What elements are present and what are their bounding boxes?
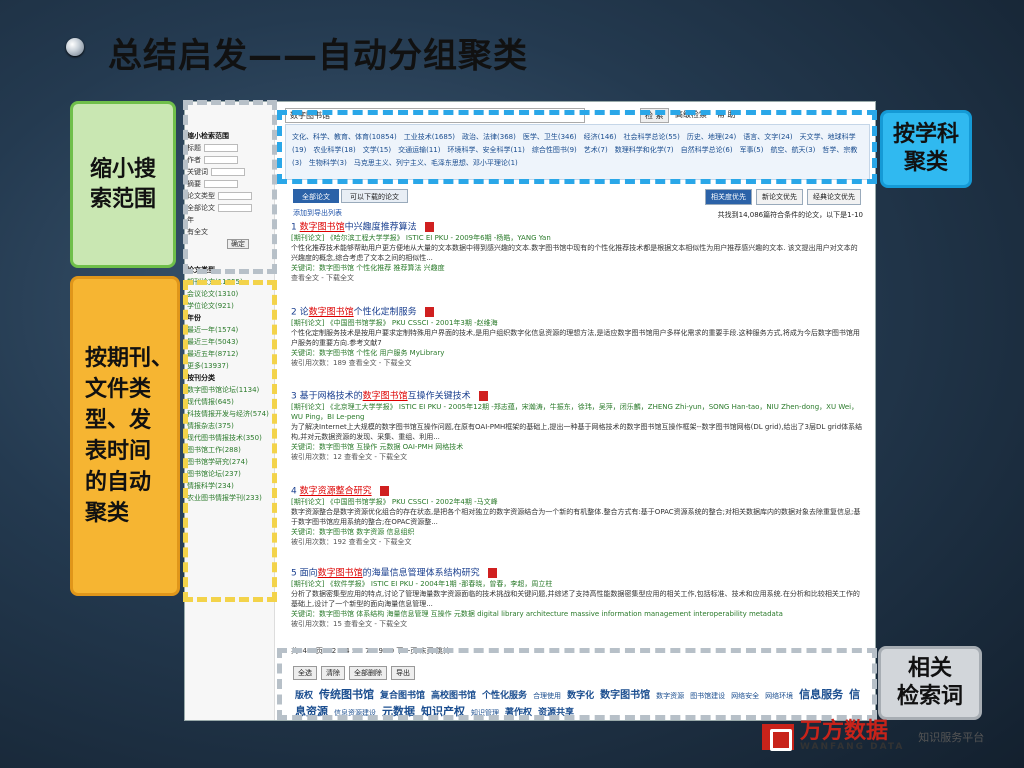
result-number: 2	[291, 307, 297, 318]
result-title[interactable]: 1 数字图书馆中兴趣度推荐算法	[291, 222, 863, 233]
result-keywords: 关键词：数字图书馆 数字资源 信息组织	[291, 527, 415, 536]
result-number: 4	[291, 486, 297, 497]
result-number: 5	[291, 568, 297, 579]
result-item: 5 面向数字图书馆的海量信息管理体系结构研究 [期刊论文] 《软件学报》 ISTI…	[291, 568, 863, 629]
result-keywords: 关键词：数字图书馆 个性化 用户服务 MyLibrary	[291, 348, 445, 357]
wanfang-logo: 万方数据 WANFANG DATA 知识服务平台	[762, 719, 985, 752]
result-tabs: 全部论文 可以下载的论文	[293, 189, 408, 203]
pdf-icon[interactable]	[487, 568, 497, 578]
pdf-icon[interactable]	[424, 307, 434, 317]
result-links[interactable]: 查看全文 - 下载全文	[291, 273, 863, 283]
result-title-pre[interactable]: 论	[300, 308, 309, 318]
callout-facet-cluster: 按期刊、 文件类 型、发 表时间 的自动 聚类	[70, 276, 180, 596]
result-abstract: 个性化定制服务技术是按用户要求定制特殊用户界面的技术,是用户组织数字化信息资源的…	[291, 328, 860, 347]
result-source: [期刊论文] 《北京理工大学学报》 ISTIC EI PKU - 2005年12…	[291, 402, 859, 421]
result-abstract: 个性化推荐技术能够帮助用户更方便地从大量的文本数据中得到感兴趣的文本.数字图书馆…	[291, 243, 858, 262]
result-item: 4 数字资源整合研究 [期刊论文] 《中国图书馆学报》 PKU CSSCI - 2…	[291, 486, 863, 547]
sort-relevance[interactable]: 相关度优先	[705, 189, 752, 205]
result-item: 3 基于网格技术的数字图书馆互操作关键技术 [期刊论文] 《北京理工大学学报》 I…	[291, 391, 863, 462]
results-bar: 添加到导出列表 共找到14,086篇符合条件的论文，以下是1-10	[293, 208, 863, 220]
result-title-highlight[interactable]: 数字资源整合研究	[300, 487, 372, 497]
pdf-icon[interactable]	[424, 222, 434, 232]
result-title-post[interactable]: 互操作关键技术	[408, 392, 471, 402]
callout-subject-cluster: 按学科 聚类	[880, 110, 972, 188]
result-number: 1	[291, 222, 297, 233]
result-keywords: 关键词：数字图书馆 互操作 元数据 OAI-PMH 网格技术	[291, 442, 464, 451]
pdf-icon[interactable]	[478, 391, 488, 401]
result-links[interactable]: 被引用次数：12 查看全文 - 下载全文	[291, 452, 863, 462]
result-title[interactable]: 2 论数字图书馆个性化定制服务	[291, 307, 863, 318]
search-screenshot: 缩小检索范围 标题 作者 关键词 摘要 论文类型 全部论文年有全文 确定 论文类型 期刊论文(1…	[184, 101, 876, 721]
result-abstract: 分析了数据密集型应用的特点,讨论了管理海量数字资源面临的技术挑战和关键问题,并综…	[291, 589, 860, 608]
result-links[interactable]: 被引用次数：192 查看全文 - 下载全文	[291, 537, 863, 547]
result-source: [期刊论文] 《哈尔滨工程大学学报》 ISTIC EI PKU - 2009年6…	[291, 233, 551, 242]
sort-options: 相关度优先 新论文优先 经典论文优先	[705, 189, 861, 205]
result-title-post[interactable]: 的海量信息管理体系结构研究	[363, 569, 480, 579]
facet-dashed-frame	[183, 280, 277, 602]
result-title-highlight[interactable]: 数字图书馆	[300, 223, 345, 233]
result-title-pre[interactable]: 基于网格技术的	[300, 392, 363, 402]
result-title-pre[interactable]: 面向	[300, 569, 318, 579]
result-title-post[interactable]: 个性化定制服务	[354, 308, 417, 318]
result-count: 共找到14,086篇符合条件的论文，以下是1-10	[717, 211, 863, 219]
result-title[interactable]: 3 基于网格技术的数字图书馆互操作关键技术	[291, 391, 863, 402]
callout-related-terms: 相关 检索词	[878, 646, 982, 720]
tab-downloadable[interactable]: 可以下载的论文	[341, 189, 408, 203]
narrow-dashed-frame	[183, 100, 277, 274]
result-item: 1 数字图书馆中兴趣度推荐算法 [期刊论文] 《哈尔滨工程大学学报》 ISTIC …	[291, 222, 863, 283]
sort-classic[interactable]: 经典论文优先	[807, 189, 861, 205]
logo-tagline: 知识服务平台	[918, 731, 985, 744]
slide-title: 总结启发——自动分组聚类	[108, 36, 528, 76]
pdf-icon[interactable]	[379, 486, 389, 496]
result-keywords: 关键词：数字图书馆 个性化推荐 推荐算法 兴趣度	[291, 263, 445, 272]
result-links[interactable]: 被引用次数：15 查看全文 - 下载全文	[291, 619, 863, 629]
result-item: 2 论数字图书馆个性化定制服务 [期刊论文] 《中国图书馆学报》 PKU CSSC…	[291, 307, 863, 368]
result-title-highlight[interactable]: 数字图书馆	[318, 569, 363, 579]
result-source: [期刊论文] 《中国图书馆学报》 PKU CSSCI - 2001年3期 -赵维…	[291, 318, 498, 327]
result-title-post[interactable]: 中兴趣度推荐算法	[345, 223, 417, 233]
result-title-highlight[interactable]: 数字图书馆	[363, 392, 408, 402]
result-source: [期刊论文] 《中国图书馆学报》 PKU CSSCI - 2002年4期 -马文…	[291, 497, 498, 506]
result-source: [期刊论文] 《软件学报》 ISTIC EI PKU - 2004年1期 -那春…	[291, 579, 553, 588]
result-title[interactable]: 5 面向数字图书馆的海量信息管理体系结构研究	[291, 568, 863, 579]
subject-dashed-frame	[277, 110, 877, 184]
callout-narrow-scope: 缩小搜 索范围	[70, 101, 176, 268]
result-abstract: 数字资源整合是数字资源优化组合的存在状态,是把各个相对独立的数字资源结合为一个新…	[291, 507, 861, 526]
result-links[interactable]: 被引用次数：189 查看全文 - 下载全文	[291, 358, 863, 368]
sort-newest[interactable]: 新论文优先	[756, 189, 803, 205]
wanfang-logo-mark	[762, 724, 794, 751]
result-title[interactable]: 4 数字资源整合研究	[291, 486, 863, 497]
add-export-link[interactable]: 添加到导出列表	[293, 209, 342, 217]
title-bullet	[66, 38, 84, 56]
result-number: 3	[291, 391, 297, 402]
logo-en: WANFANG DATA	[800, 742, 905, 752]
result-keywords: 关键词：数字图书馆 体系结构 海量信息管理 互操作 元数据 digital li…	[291, 609, 783, 618]
result-title-highlight[interactable]: 数字图书馆	[309, 308, 354, 318]
tab-all[interactable]: 全部论文	[293, 189, 339, 203]
result-abstract: 为了解决Internet上大规模的数字图书馆互操作问题,在原有OAI-PMH框架…	[291, 422, 863, 441]
related-dashed-frame	[277, 648, 877, 720]
logo-cn: 万方数据	[800, 719, 889, 744]
